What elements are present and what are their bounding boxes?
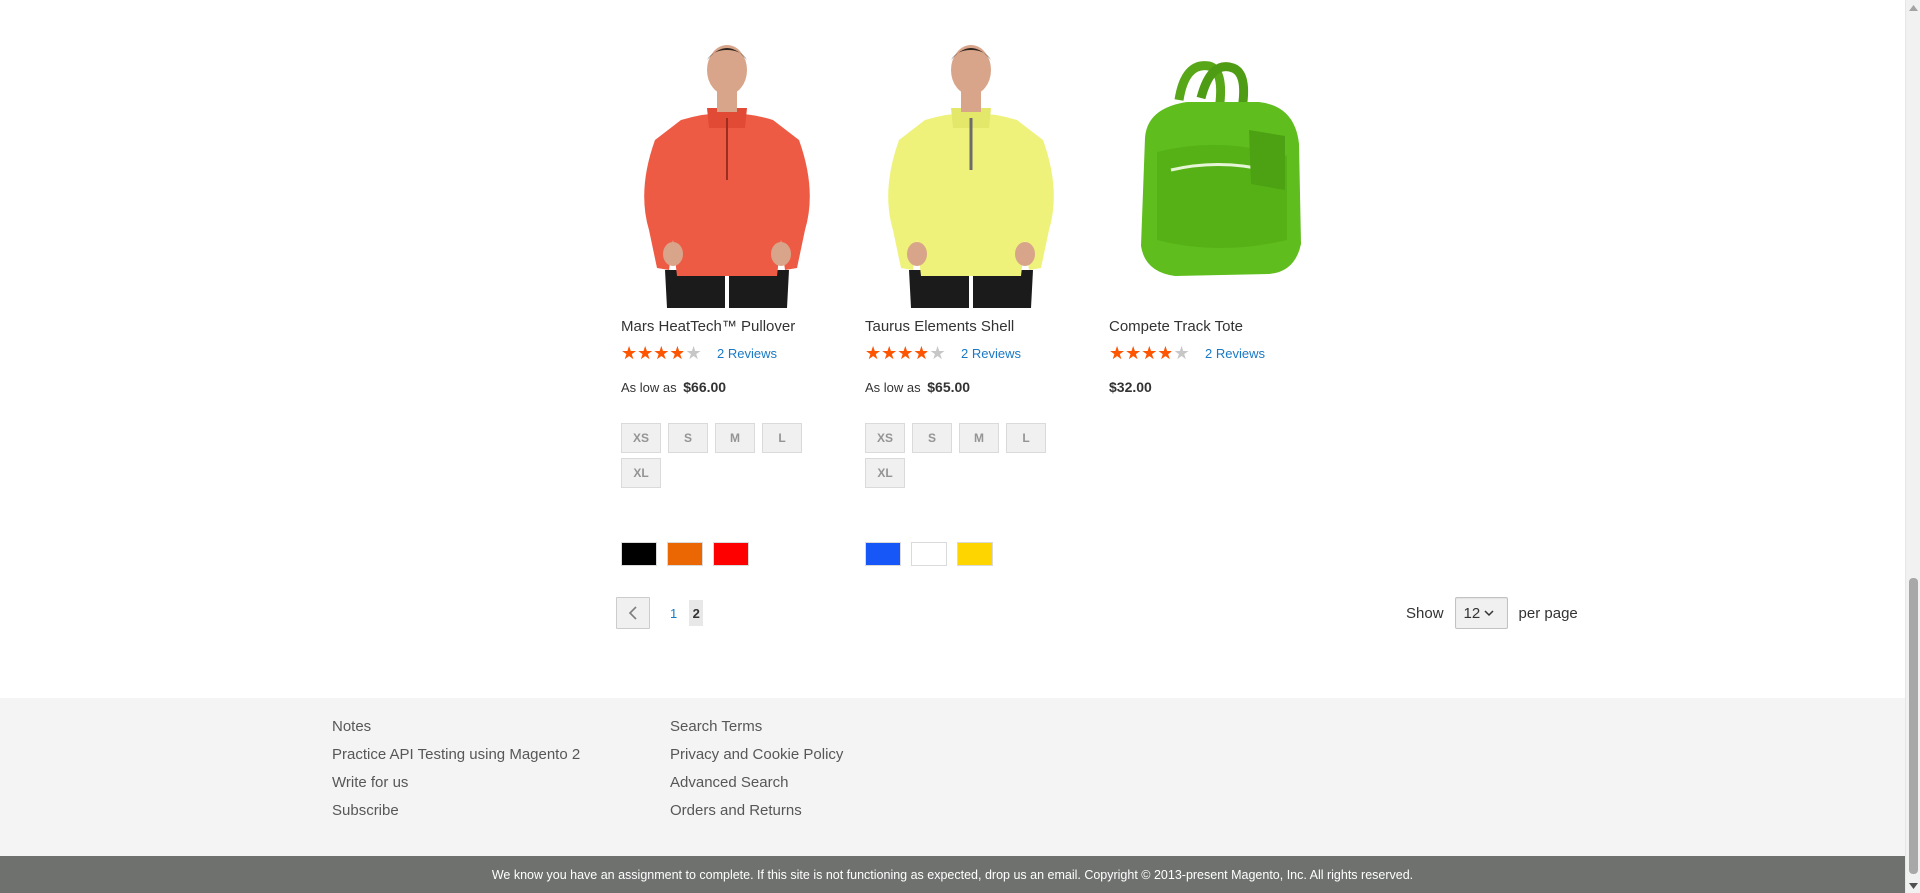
product-name[interactable]: Taurus Elements Shell (865, 318, 1014, 335)
star-icons-filled: ★★★★★ (1109, 344, 1171, 362)
product-image-green-tote[interactable] (1109, 40, 1329, 308)
copyright-text: We know you have an assignment to comple… (491, 867, 1414, 882)
price-prefix: As low as (621, 380, 677, 395)
size-option-s[interactable]: S (668, 423, 708, 453)
category-page: Mars HeatTech™ Pullover ★★★★★ ★★★★★ 2 Re… (0, 0, 1905, 893)
color-swatch-red[interactable] (713, 542, 749, 566)
chevron-left-icon (628, 606, 637, 620)
footer-links-column-2: Search Terms Privacy and Cookie Policy A… (670, 718, 843, 830)
star-icons-filled: ★★★★★ (865, 344, 927, 362)
product-image-red-pullover[interactable] (621, 40, 841, 308)
color-swatches (865, 542, 1065, 568)
footer-link-search-terms[interactable]: Search Terms (670, 718, 843, 746)
size-option-s[interactable]: S (912, 423, 952, 453)
copyright-bar: We know you have an assignment to comple… (0, 856, 1905, 893)
rating-stars: ★★★★★ ★★★★★ (865, 344, 953, 362)
product-grid: Mars HeatTech™ Pullover ★★★★★ ★★★★★ 2 Re… (621, 40, 1601, 566)
triangle-down-icon (1909, 882, 1918, 889)
footer-link-write-for-us[interactable]: Write for us (332, 774, 580, 802)
size-option-m[interactable]: M (715, 423, 755, 453)
price: $32.00 (1109, 379, 1152, 395)
product-rating: ★★★★★ ★★★★★ 2 Reviews (1109, 344, 1265, 362)
reviews-link[interactable]: 2 Reviews (961, 346, 1021, 361)
rating-stars: ★★★★★ ★★★★★ (1109, 344, 1197, 362)
price: $66.00 (683, 379, 727, 395)
footer: Notes Practice API Testing using Magento… (0, 698, 1905, 856)
previous-page-button[interactable] (616, 597, 650, 629)
price-box: As low as $65.00 (865, 379, 970, 395)
product-rating: ★★★★★ ★★★★★ 2 Reviews (621, 344, 777, 362)
color-swatch-blue[interactable] (865, 542, 901, 566)
triangle-up-icon (1909, 4, 1918, 11)
size-option-l[interactable]: L (1006, 423, 1046, 453)
reviews-link[interactable]: 2 Reviews (717, 346, 777, 361)
scrollbar-thumb[interactable] (1909, 578, 1918, 874)
color-swatches (621, 542, 821, 568)
per-page-select[interactable]: 12 (1454, 597, 1508, 629)
footer-link-practice-api[interactable]: Practice API Testing using Magento 2 (332, 746, 580, 774)
current-page: 2 (689, 600, 704, 626)
product-rating: ★★★★★ ★★★★★ 2 Reviews (865, 344, 1021, 362)
footer-link-privacy-policy[interactable]: Privacy and Cookie Policy (670, 746, 843, 774)
price-box: $32.00 (1109, 379, 1152, 395)
chevron-down-icon (1484, 610, 1494, 617)
scroll-down-arrow[interactable] (1906, 878, 1920, 893)
color-swatch-orange[interactable] (667, 542, 703, 566)
size-option-xs[interactable]: XS (865, 423, 905, 453)
limiter-suffix: per page (1518, 604, 1578, 622)
size-option-xl[interactable]: XL (865, 458, 905, 488)
product-item: Mars HeatTech™ Pullover ★★★★★ ★★★★★ 2 Re… (621, 40, 851, 566)
color-swatch-black[interactable] (621, 542, 657, 566)
price: $65.00 (927, 379, 971, 395)
size-option-l[interactable]: L (762, 423, 802, 453)
product-image-yellow-shell[interactable] (865, 40, 1085, 308)
footer-link-advanced-search[interactable]: Advanced Search (670, 774, 843, 802)
limiter: Show 12 per page (1406, 597, 1578, 629)
reviews-link[interactable]: 2 Reviews (1205, 346, 1265, 361)
pagination: 1 2 (616, 597, 704, 629)
size-option-xl[interactable]: XL (621, 458, 661, 488)
limiter-label: Show (1406, 604, 1444, 622)
scroll-up-arrow[interactable] (1906, 0, 1920, 15)
product-item: Compete Track Tote ★★★★★ ★★★★★ 2 Reviews… (1109, 40, 1339, 395)
product-name[interactable]: Mars HeatTech™ Pullover (621, 318, 795, 335)
product-name[interactable]: Compete Track Tote (1109, 318, 1243, 335)
size-option-m[interactable]: M (959, 423, 999, 453)
footer-link-subscribe[interactable]: Subscribe (332, 802, 580, 830)
footer-link-orders-returns[interactable]: Orders and Returns (670, 802, 843, 830)
color-swatch-white[interactable] (911, 542, 947, 566)
vertical-scrollbar[interactable] (1905, 0, 1920, 893)
size-option-xs[interactable]: XS (621, 423, 661, 453)
per-page-value: 12 (1463, 604, 1481, 622)
price-box: As low as $66.00 (621, 379, 726, 395)
footer-links-column-1: Notes Practice API Testing using Magento… (332, 718, 580, 830)
price-prefix: As low as (865, 380, 921, 395)
product-item: Taurus Elements Shell ★★★★★ ★★★★★ 2 Revi… (865, 40, 1095, 566)
star-icons-filled: ★★★★★ (621, 344, 683, 362)
page-link-1[interactable]: 1 (670, 606, 677, 621)
color-swatch-yellow[interactable] (957, 542, 993, 566)
footer-link-notes[interactable]: Notes (332, 718, 580, 746)
rating-stars: ★★★★★ ★★★★★ (621, 344, 709, 362)
